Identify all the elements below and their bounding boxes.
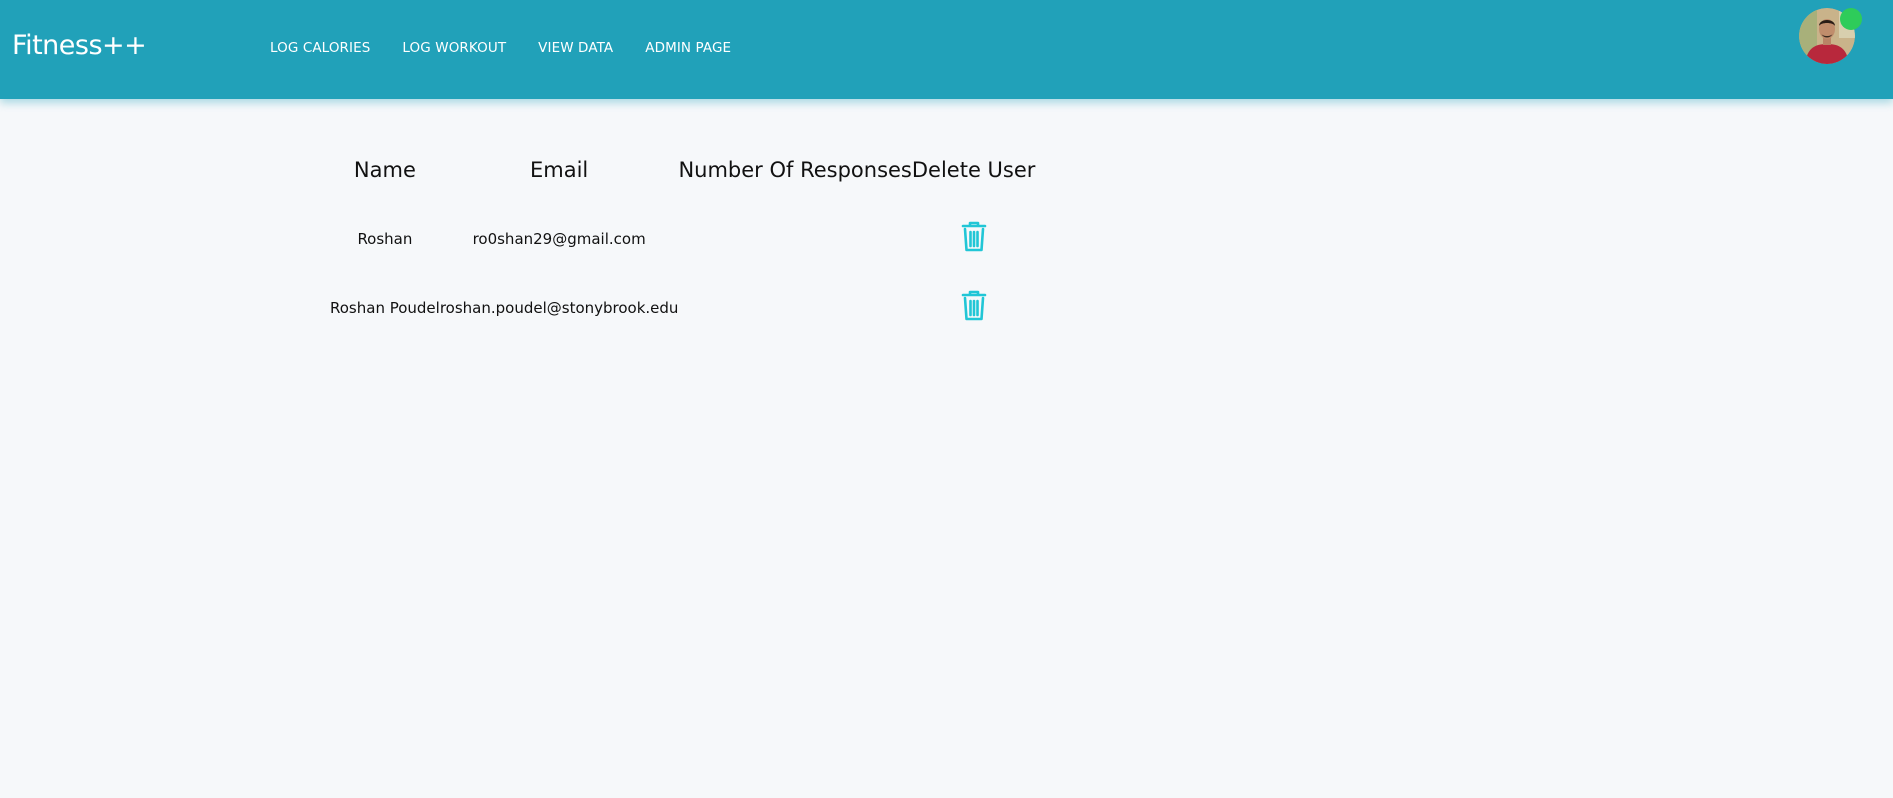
nav-log-workout[interactable]: LOG WORKOUT	[402, 40, 506, 56]
header-delete-user: Delete User	[911, 158, 1036, 182]
table-row: Roshan Poudel roshan.poudel@stonybrook.e…	[330, 273, 1035, 342]
users-table: Name Email Number Of Responses Delete Us…	[330, 158, 1035, 342]
user-avatar-container	[1799, 8, 1862, 64]
table-row: Roshan ro0shan29@gmail.com	[330, 204, 1035, 273]
header-name: Name	[353, 158, 416, 182]
main-nav: LOG CALORIES LOG WORKOUT VIEW DATA ADMIN…	[270, 40, 763, 56]
delete-user-button[interactable]	[960, 290, 988, 322]
brand-logo[interactable]: Fitness++	[12, 30, 147, 61]
online-status-indicator	[1840, 8, 1862, 30]
cell-email: roshan.poudel@stonybrook.edu	[439, 298, 679, 317]
cell-responses	[678, 273, 911, 342]
cell-responses	[678, 204, 911, 273]
trash-icon	[961, 290, 986, 320]
cell-delete	[912, 273, 1036, 342]
nav-view-data[interactable]: VIEW DATA	[538, 40, 613, 56]
cell-name: Roshan Poudel	[330, 298, 440, 317]
top-navbar: Fitness++ LOG CALORIES LOG WORKOUT VIEW …	[0, 0, 1893, 99]
cell-delete	[912, 204, 1036, 273]
nav-admin-page[interactable]: ADMIN PAGE	[645, 40, 731, 56]
cell-name: Roshan	[357, 229, 413, 248]
table-header-row: Name Email Number Of Responses Delete Us…	[330, 158, 1036, 204]
trash-icon	[961, 221, 986, 251]
delete-user-button[interactable]	[960, 221, 988, 253]
header-number-of-responses: Number Of Responses	[678, 158, 912, 182]
nav-log-calories[interactable]: LOG CALORIES	[270, 40, 370, 56]
cell-email: ro0shan29@gmail.com	[472, 229, 646, 248]
header-email: Email	[530, 158, 589, 182]
